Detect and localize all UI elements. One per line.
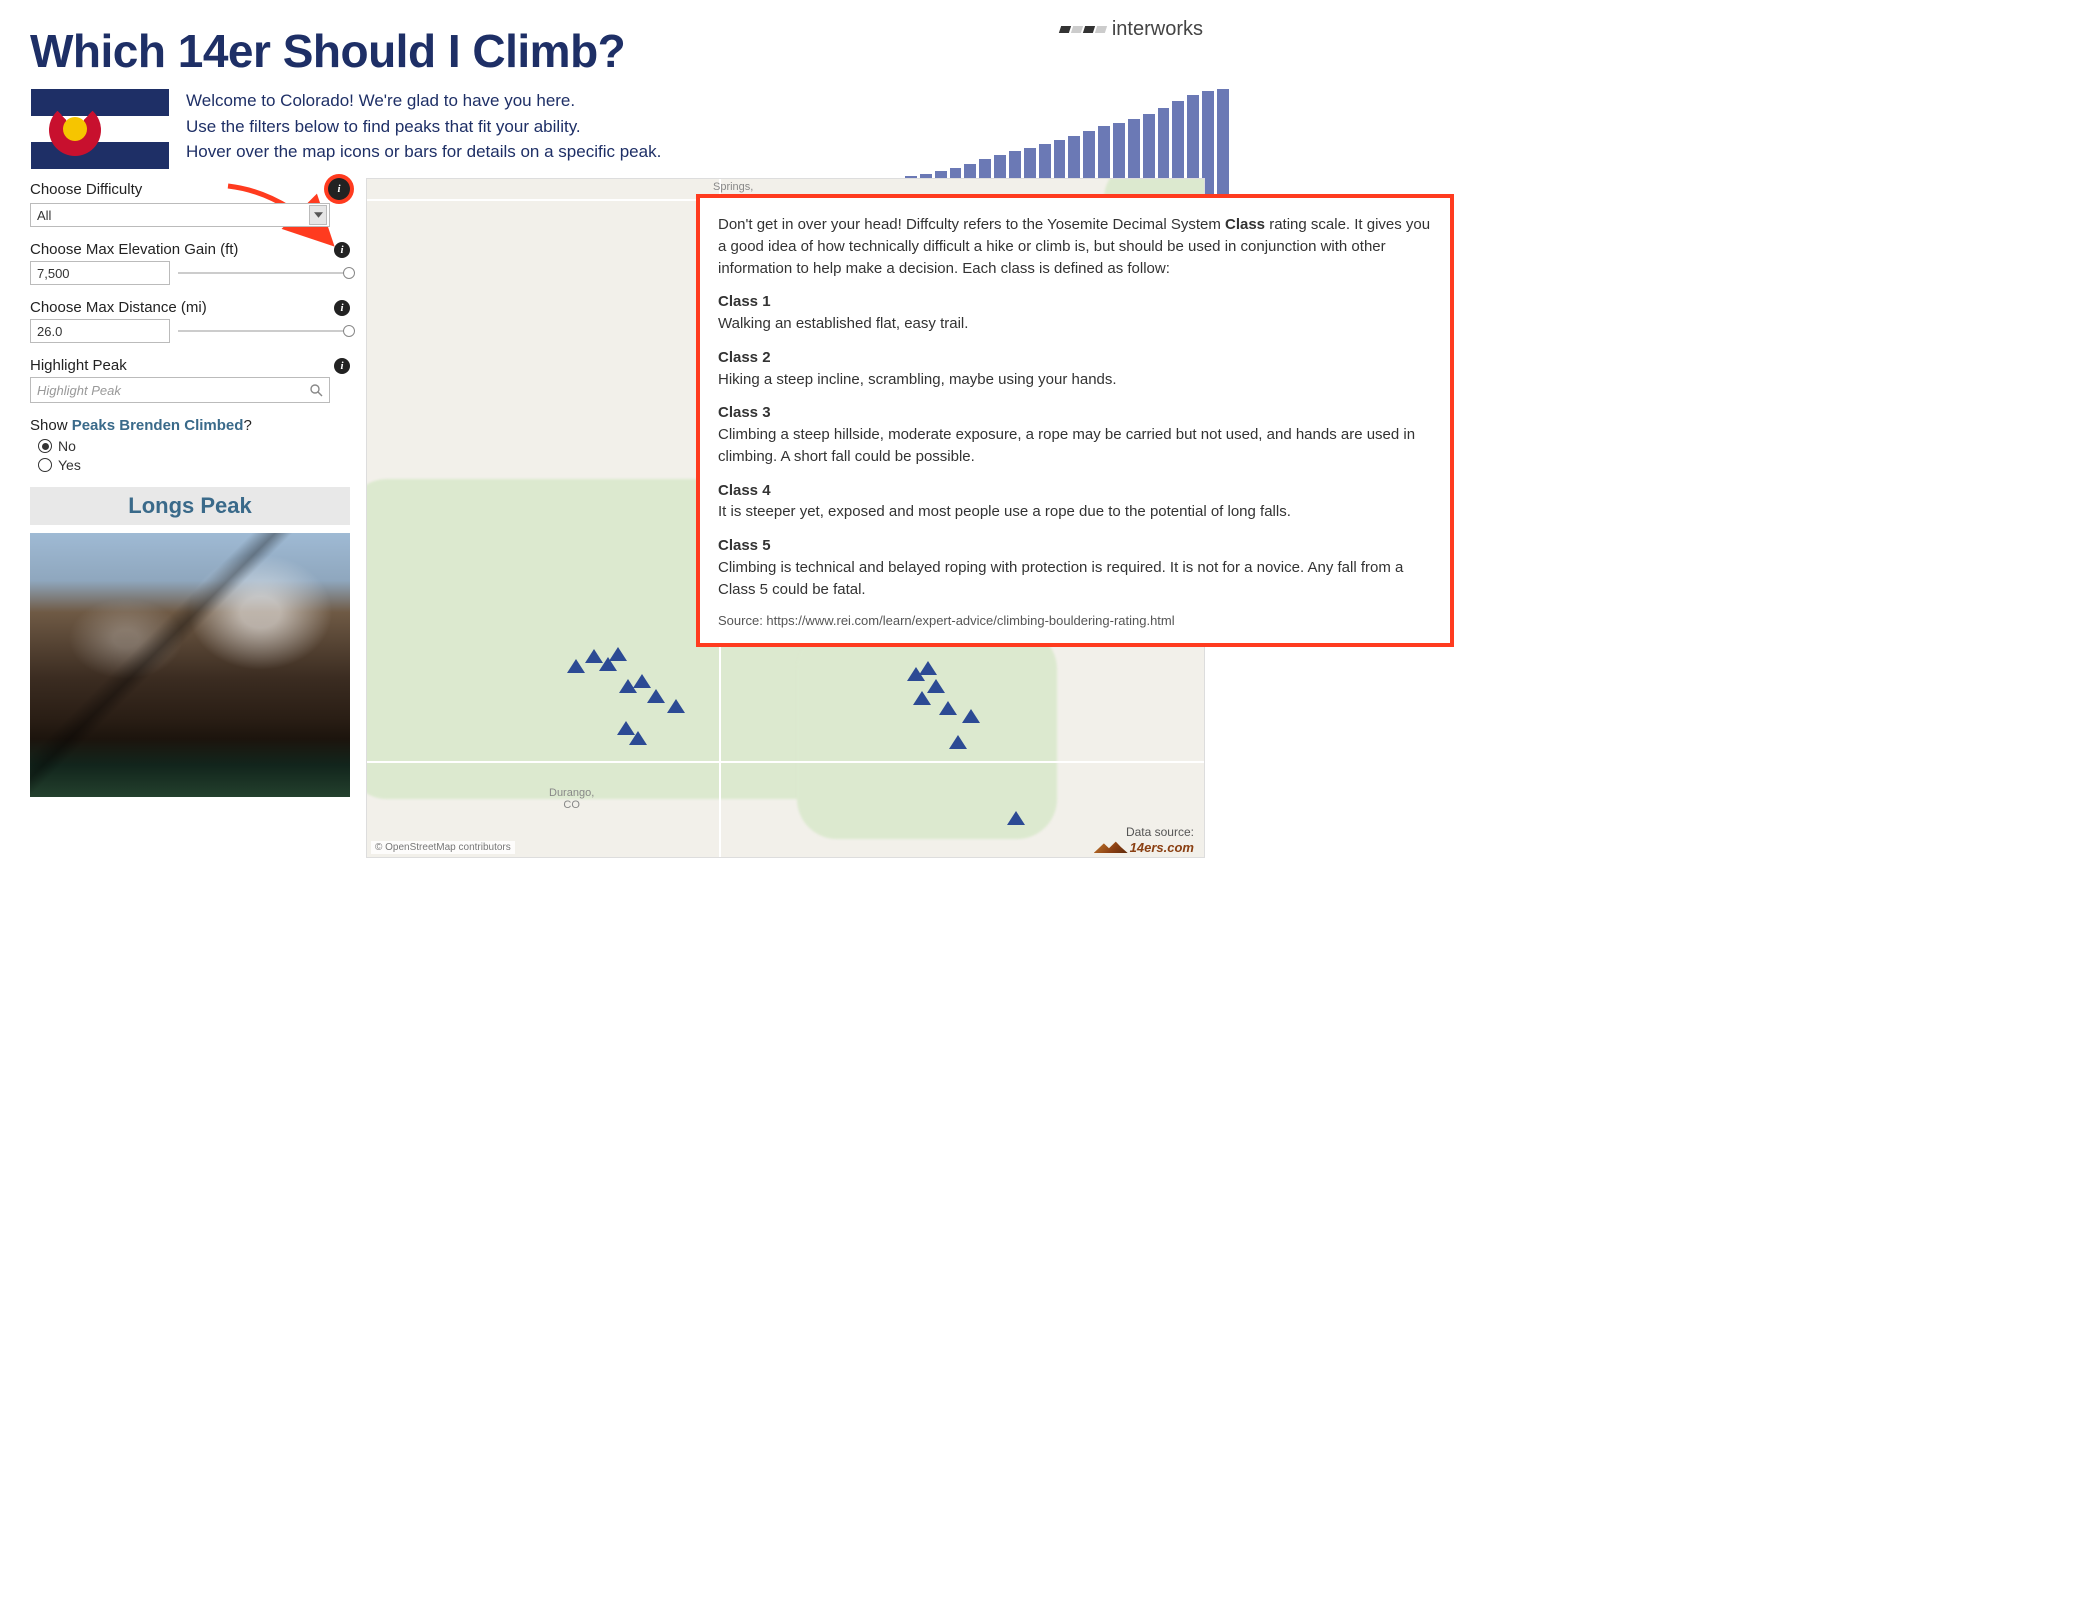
peak-marker[interactable] bbox=[629, 731, 647, 745]
radio-yes[interactable]: Yes bbox=[38, 457, 350, 473]
class-desc: Climbing a steep hillside, moderate expo… bbox=[718, 424, 1432, 468]
class-title: Class 5 bbox=[718, 535, 1432, 557]
brand-name: interworks bbox=[1112, 18, 1203, 41]
info-icon[interactable]: i bbox=[334, 358, 350, 374]
info-icon[interactable]: i bbox=[328, 178, 350, 200]
data-source-brand: 14ers.com bbox=[1094, 840, 1194, 855]
class-desc: Walking an established flat, easy trail. bbox=[718, 313, 1432, 335]
radio-no[interactable]: No bbox=[38, 438, 350, 454]
peak-marker[interactable] bbox=[962, 709, 980, 723]
colorado-flag bbox=[30, 88, 170, 170]
elevation-label: Choose Max Elevation Gain (ft) bbox=[30, 241, 238, 258]
distance-label: Choose Max Distance (mi) bbox=[30, 299, 207, 316]
selected-peak-banner: Longs Peak bbox=[30, 487, 350, 525]
distance-input[interactable] bbox=[30, 319, 170, 343]
info-icon[interactable]: i bbox=[334, 300, 350, 316]
peak-marker[interactable] bbox=[633, 674, 651, 688]
difficulty-dropdown[interactable]: All bbox=[30, 203, 330, 227]
peak-marker[interactable] bbox=[667, 699, 685, 713]
class-title: Class 1 bbox=[718, 291, 1432, 313]
map-attribution: © OpenStreetMap contributors bbox=[371, 841, 515, 854]
peak-marker[interactable] bbox=[913, 691, 931, 705]
slider-thumb[interactable] bbox=[343, 325, 355, 337]
radio-icon[interactable] bbox=[38, 458, 52, 472]
difficulty-label: Choose Difficulty bbox=[30, 181, 142, 198]
brand-logo: interworks bbox=[1060, 18, 1203, 41]
radio-icon[interactable] bbox=[38, 439, 52, 453]
elevation-input[interactable] bbox=[30, 261, 170, 285]
tooltip-source: Source: https://www.rei.com/learn/expert… bbox=[718, 612, 1432, 631]
data-source-label: Data source: bbox=[1126, 825, 1194, 839]
peak-marker[interactable] bbox=[949, 735, 967, 749]
peak-marker[interactable] bbox=[1007, 811, 1025, 825]
class-desc: Climbing is technical and belayed roping… bbox=[718, 557, 1432, 601]
map-city-label: Durango, CO bbox=[549, 787, 594, 811]
peak-marker[interactable] bbox=[567, 659, 585, 673]
class-desc: Hiking a steep incline, scrambling, mayb… bbox=[718, 369, 1432, 391]
peak-marker[interactable] bbox=[939, 701, 957, 715]
page-title: Which 14er Should I Climb? bbox=[30, 24, 1205, 78]
class-title: Class 2 bbox=[718, 347, 1432, 369]
class-title: Class 4 bbox=[718, 480, 1432, 502]
highlight-label: Highlight Peak bbox=[30, 357, 127, 374]
class-title: Class 3 bbox=[718, 402, 1432, 424]
difficulty-tooltip: Don't get in over your head! Diffculty r… bbox=[696, 194, 1454, 647]
show-climbed-label: Show Peaks Brenden Climbed? bbox=[30, 417, 350, 434]
info-icon[interactable]: i bbox=[334, 242, 350, 258]
search-icon bbox=[310, 384, 323, 397]
class-desc: It is steeper yet, exposed and most peop… bbox=[718, 501, 1432, 523]
highlight-peak-search[interactable]: Highlight Peak bbox=[30, 377, 330, 403]
selected-peak-photo bbox=[30, 533, 350, 797]
slider-thumb[interactable] bbox=[343, 267, 355, 279]
peak-marker[interactable] bbox=[647, 689, 665, 703]
peak-marker[interactable] bbox=[919, 661, 937, 675]
peak-marker[interactable] bbox=[609, 647, 627, 661]
chevron-down-icon[interactable] bbox=[309, 205, 327, 225]
elevation-slider[interactable] bbox=[178, 272, 350, 274]
distance-slider[interactable] bbox=[178, 330, 350, 332]
